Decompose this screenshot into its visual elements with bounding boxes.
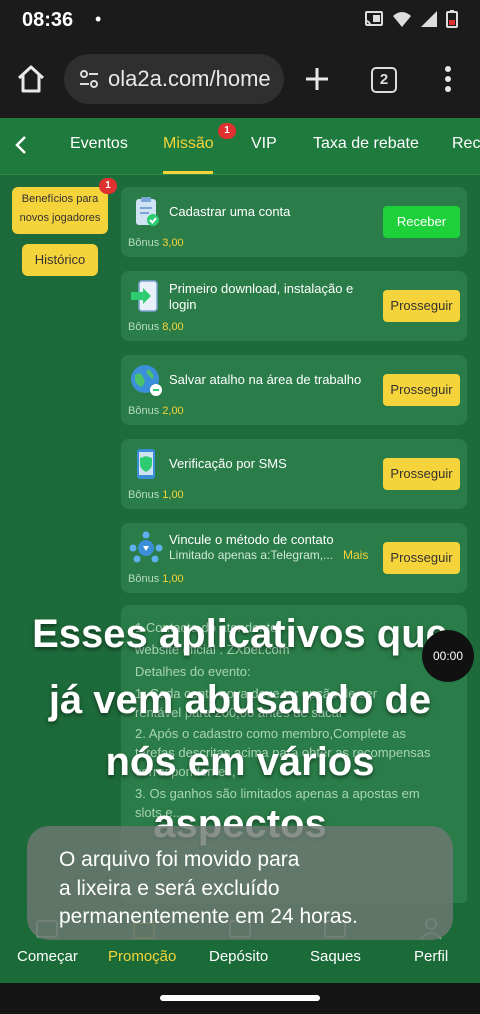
status-bar: 08:36 •: [0, 0, 480, 40]
missao-badge: 1: [218, 123, 236, 139]
task-bonus: Bônus 1,00: [128, 573, 184, 585]
proceed-button[interactable]: Prosseguir: [383, 542, 460, 574]
tab-missao[interactable]: Missão: [163, 135, 214, 153]
bonus-label: Bônus: [128, 405, 160, 417]
task-title: Cadastrar uma conta: [169, 204, 291, 219]
details-line: 3. Os ganhos são limitados apenas a apos…: [135, 786, 420, 801]
bonus-label: Bônus: [128, 321, 160, 333]
bonus-value: 1,00: [162, 573, 184, 585]
globe-link-icon: [131, 365, 162, 396]
signal-icon: [421, 11, 437, 27]
nav-perfil[interactable]: Perfil: [414, 948, 448, 965]
bonus-label: Bônus: [128, 489, 160, 501]
bonus-value: 3,00: [162, 237, 184, 249]
toast-line: a lixeira e será excluído: [59, 877, 280, 900]
task-card-register: Cadastrar uma conta Bônus 3,00 Receber: [121, 187, 467, 257]
bonus-label: Bônus: [128, 237, 160, 249]
address-bar[interactable]: ola2a.com/home: [64, 54, 284, 104]
video-timer: 00:00: [422, 630, 474, 682]
receive-button[interactable]: Receber: [383, 206, 460, 238]
task-bonus: Bônus 8,00: [128, 321, 184, 333]
benefits-badge: 1: [99, 178, 117, 194]
nav-comecar[interactable]: Começar: [17, 948, 78, 965]
task-title: Vincule o método de contato: [169, 532, 334, 547]
task-title: Verificação por SMS: [169, 456, 287, 471]
task-card-shortcut: Salvar atalho na área de trabalho Bônus …: [121, 355, 467, 425]
more-options-icon[interactable]: [438, 62, 458, 96]
active-tab-indicator: [163, 171, 213, 174]
benefits-new-players-button[interactable]: Benefícios para novos jogadores: [12, 187, 108, 234]
url-text: ola2a.com/home: [108, 66, 271, 91]
benefits-line-1: Benefícios para: [21, 193, 99, 205]
task-card-contact: Vincule o método de contato Limitado ape…: [121, 523, 467, 593]
site-settings-icon[interactable]: [78, 68, 100, 90]
bonus-value: 8,00: [162, 321, 184, 333]
mission-content: Benefícios para novos jogadores 1 Histór…: [0, 175, 480, 905]
home-icon[interactable]: [14, 62, 48, 96]
notification-dot: •: [95, 9, 102, 29]
task-bonus: Bônus 2,00: [128, 405, 184, 417]
caption-line: Esses aplicativos que: [32, 612, 448, 656]
task-title: Primeiro download, instalação e login: [169, 281, 354, 312]
home-gesture-pill[interactable]: [160, 995, 320, 1001]
status-time: 08:36: [22, 9, 74, 31]
task-card-sms: Verificação por SMS Bônus 1,00 Prossegui…: [121, 439, 467, 509]
phone-shield-icon: [137, 449, 155, 479]
bonus-label: Bônus: [128, 573, 160, 585]
proceed-button[interactable]: Prosseguir: [383, 458, 460, 490]
task-bonus: Bônus 3,00: [128, 237, 184, 249]
tab-switcher-button[interactable]: 2: [371, 67, 397, 93]
plus-icon[interactable]: [300, 62, 334, 96]
task-subtitle: Limitado apenas a:Telegram,...: [169, 548, 334, 562]
status-icons: [364, 10, 458, 28]
caption-line: já vem abusando de: [48, 678, 432, 722]
benefits-line-2: novos jogadores: [19, 212, 101, 224]
cast-icon: [365, 11, 383, 26]
task-card-download: Primeiro download, instalação e login Bô…: [121, 271, 467, 341]
toast-notification: O arquivo foi movido para a lixeira e se…: [27, 826, 453, 940]
gesture-bar: [0, 983, 480, 1014]
contact-network-icon: [129, 531, 163, 563]
task-title: Salvar atalho na área de trabalho: [169, 372, 362, 387]
phone-download-icon: [131, 280, 158, 312]
browser-toolbar: ola2a.com/home 2: [0, 40, 480, 118]
clipboard-icon: [136, 197, 159, 226]
task-bonus: Bônus 1,00: [128, 489, 184, 501]
nav-promocao[interactable]: Promoção: [108, 948, 176, 965]
nav-deposito[interactable]: Depósito: [209, 948, 268, 965]
history-button[interactable]: Histórico: [22, 244, 98, 276]
tab-rec[interactable]: Rec: [452, 135, 480, 153]
toast-line: O arquivo foi movido para: [59, 848, 300, 871]
more-link[interactable]: Mais: [343, 548, 368, 562]
tab-taxa-de-rebate[interactable]: Taxa de rebate: [313, 135, 419, 153]
tab-vip[interactable]: VIP: [251, 135, 277, 153]
caption-line: nós em vários: [105, 740, 375, 784]
back-arrow-icon[interactable]: [12, 134, 30, 156]
battery-icon: [446, 10, 458, 28]
nav-saques[interactable]: Saques: [310, 948, 361, 965]
tab-eventos[interactable]: Eventos: [70, 135, 128, 153]
toast-line: permanentemente em 24 horas.: [59, 905, 358, 928]
promo-tabs: Eventos Missão 1 VIP Taxa de rebate Rec: [0, 118, 480, 175]
proceed-button[interactable]: Prosseguir: [383, 374, 460, 406]
wifi-icon: [393, 12, 411, 27]
bonus-value: 2,00: [162, 405, 184, 417]
proceed-button[interactable]: Prosseguir: [383, 290, 460, 322]
bonus-value: 1,00: [162, 489, 184, 501]
